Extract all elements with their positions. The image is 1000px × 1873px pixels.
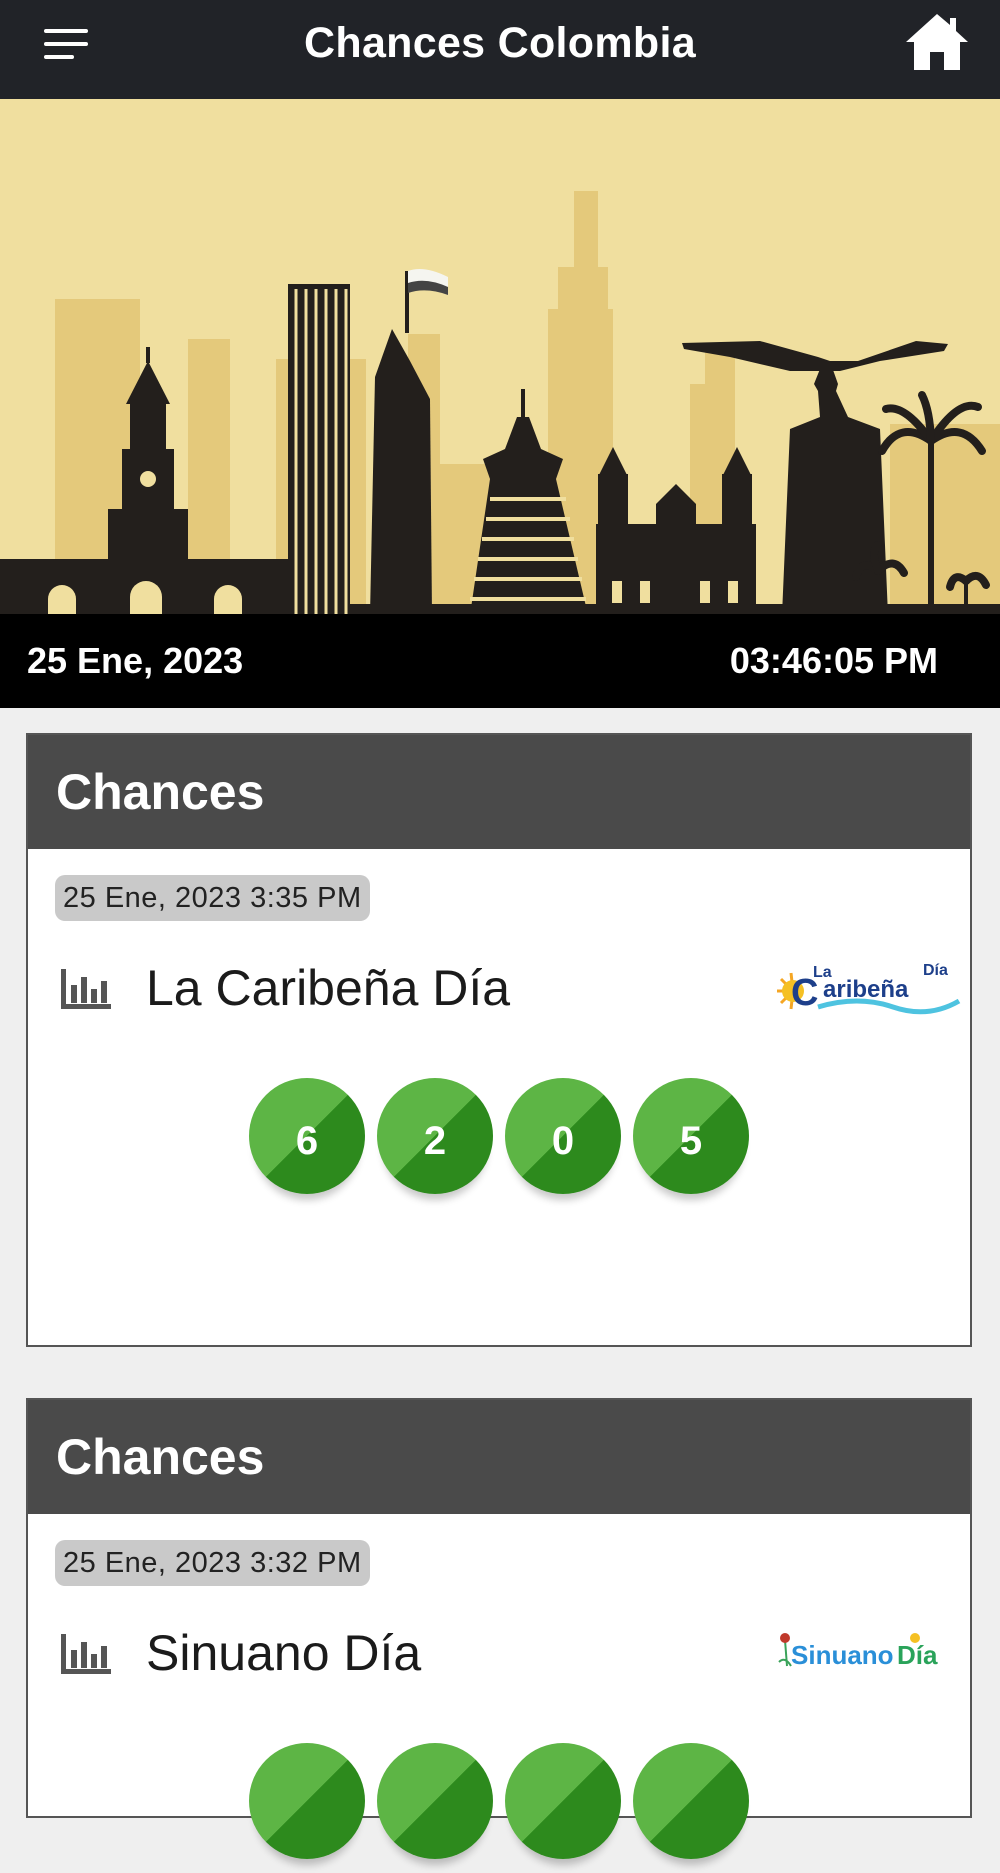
home-icon[interactable] [904,12,970,72]
result-numbers: 6 2 0 5 [28,1078,970,1208]
result-timestamp: 25 Ene, 2023 3:35 PM [55,875,370,921]
la-caribena-logo[interactable]: C La aribeña Día [763,957,963,1021]
sinuano-dia-logo[interactable]: Sinuano Día [763,1622,963,1686]
svg-text:Día: Día [897,1640,938,1670]
top-app-bar: Chances Colombia [0,0,1000,99]
result-ball [249,1743,365,1859]
app-title: Chances Colombia [304,19,696,67]
result-card[interactable]: Chances 25 Ene, 2023 3:32 PM Sinuano Día… [26,1398,972,1859]
result-ball [377,1743,493,1859]
stats-chart-icon[interactable] [61,1634,111,1674]
result-ball: 0 [505,1078,621,1194]
current-datetime-bar: 25 Ene, 2023 03:46:05 PM [0,614,1000,708]
lottery-name: Sinuano Día [146,1625,422,1681]
skyline-banner [0,99,1000,615]
svg-text:Día: Día [923,962,948,979]
current-time: 03:46:05 PM [729,640,938,681]
result-numbers [28,1743,970,1873]
stats-chart-icon[interactable] [61,969,111,1009]
result-ball [505,1743,621,1859]
result-card[interactable]: Chances 25 Ene, 2023 3:35 PM La Caribeña… [26,733,972,1347]
result-ball: 6 [249,1078,365,1194]
card-header-title: Chances [28,735,970,849]
current-date: 25 Ene, 2023 [27,640,244,681]
svg-text:Sinuano: Sinuano [791,1640,894,1670]
card-header-title: Chances [28,1400,970,1514]
result-ball [633,1743,749,1859]
result-ball: 2 [377,1078,493,1194]
result-ball: 5 [633,1078,749,1194]
result-timestamp: 25 Ene, 2023 3:32 PM [55,1540,370,1586]
lottery-name: La Caribeña Día [146,960,511,1016]
